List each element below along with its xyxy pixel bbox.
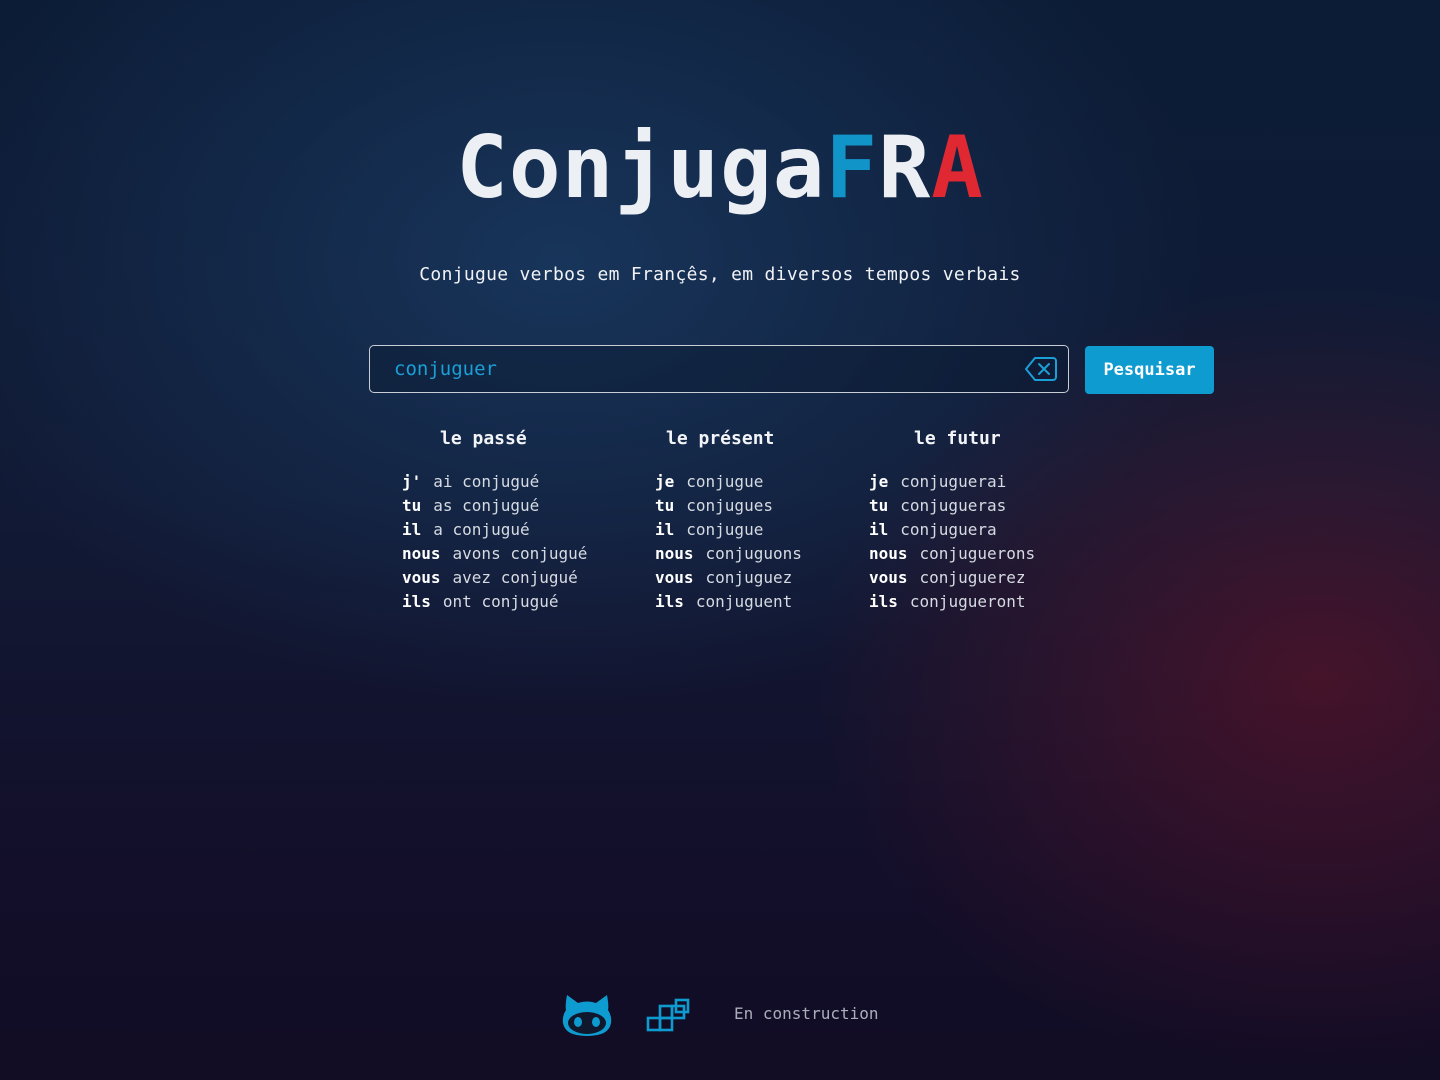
verb-form: conjugueront — [909, 592, 1026, 611]
search-input[interactable] — [370, 346, 1010, 392]
pronoun: il — [869, 520, 889, 539]
pronoun: ils — [402, 592, 431, 611]
pronoun: nous — [655, 544, 694, 563]
conjugation-row: ils conjugueront — [869, 590, 1035, 614]
backspace-x-icon[interactable] — [1024, 355, 1058, 383]
pronoun: vous — [869, 568, 908, 587]
verb-form: conjuguez — [705, 568, 793, 587]
conjugation-row: il a conjugué — [402, 518, 587, 542]
tense-title-futur: le futur — [914, 428, 1001, 449]
conjugation-row: ils conjuguent — [655, 590, 802, 614]
conjugation-row: tu as conjugué — [402, 494, 587, 518]
logo-letter-f: F — [825, 118, 879, 218]
verb-form: avez conjugué — [452, 568, 578, 587]
logo-letter-r: R — [878, 118, 932, 218]
conjugation-row: nous avons conjugué — [402, 542, 587, 566]
verb-form: a conjugué — [433, 520, 530, 539]
footer: En construction — [0, 990, 1440, 1040]
conjugation-list-passe: j' ai conjugué tu as conjugué il a conjugué… — [402, 470, 587, 614]
verb-form: conjuguent — [695, 592, 793, 611]
verb-form: conjugues — [686, 496, 773, 515]
pronoun: nous — [869, 544, 908, 563]
search-box — [369, 345, 1069, 393]
verb-form: conjuguera — [900, 520, 997, 539]
logo-text-conjuga: Conjuga — [456, 118, 826, 218]
tense-title-passe: le passé — [440, 428, 527, 449]
pronoun: je — [655, 472, 675, 491]
conjugation-list-futur: je conjuguerai tu conjugueras il conjuguera… — [869, 470, 1035, 614]
conjugation-row: ils ont conjugué — [402, 590, 587, 614]
pronoun: tu — [402, 496, 422, 515]
verb-form: as conjugué — [433, 496, 540, 515]
tagline: Conjugue verbos em Françês, em diversos … — [419, 264, 1021, 285]
logo-letter-a: A — [931, 118, 984, 218]
conjugation-row: j' ai conjugué — [402, 470, 587, 494]
app-logo: ConjugaFRA — [0, 118, 1440, 218]
conjugation-row: vous conjuguerez — [869, 566, 1035, 590]
verb-form: conjuguerai — [900, 472, 1007, 491]
conjugation-row: tu conjugueras — [869, 494, 1035, 518]
pronoun: il — [402, 520, 422, 539]
verb-form: conjugueras — [900, 496, 1007, 515]
pronoun: ils — [655, 592, 684, 611]
verb-form: conjuguerez — [919, 568, 1026, 587]
conjugation-row: nous conjuguerons — [869, 542, 1035, 566]
conjugation-row: je conjuguerai — [869, 470, 1035, 494]
tense-title-present: le présent — [666, 428, 775, 449]
github-icon[interactable] — [561, 992, 613, 1038]
pronoun: vous — [655, 568, 694, 587]
blocks-icon[interactable] — [646, 998, 692, 1032]
verb-form: conjuguerons — [919, 544, 1036, 563]
pronoun: tu — [869, 496, 889, 515]
pronoun: il — [655, 520, 675, 539]
search-button[interactable]: Pesquisar — [1085, 346, 1214, 394]
verb-form: conjugue — [686, 472, 764, 491]
pronoun: vous — [402, 568, 441, 587]
pronoun: ils — [869, 592, 898, 611]
pronoun: j' — [402, 472, 422, 491]
conjugation-row: vous avez conjugué — [402, 566, 587, 590]
verb-form: ont conjugué — [442, 592, 559, 611]
conjugation-list-present: je conjugue tu conjugues il conjugue nous co… — [655, 470, 802, 614]
verb-form: avons conjugué — [452, 544, 588, 563]
conjugation-row: il conjuguera — [869, 518, 1035, 542]
conjugation-row: tu conjugues — [655, 494, 802, 518]
conjugation-row: vous conjuguez — [655, 566, 802, 590]
conjugation-row: nous conjuguons — [655, 542, 802, 566]
verb-form: conjuguons — [705, 544, 802, 563]
verb-form: ai conjugué — [433, 472, 540, 491]
conjugation-row: je conjugue — [655, 470, 802, 494]
conjugation-row: il conjugue — [655, 518, 802, 542]
pronoun: nous — [402, 544, 441, 563]
pronoun: je — [869, 472, 889, 491]
pronoun: tu — [655, 496, 675, 515]
verb-form: conjugue — [686, 520, 764, 539]
construction-status: En construction — [734, 1004, 879, 1023]
